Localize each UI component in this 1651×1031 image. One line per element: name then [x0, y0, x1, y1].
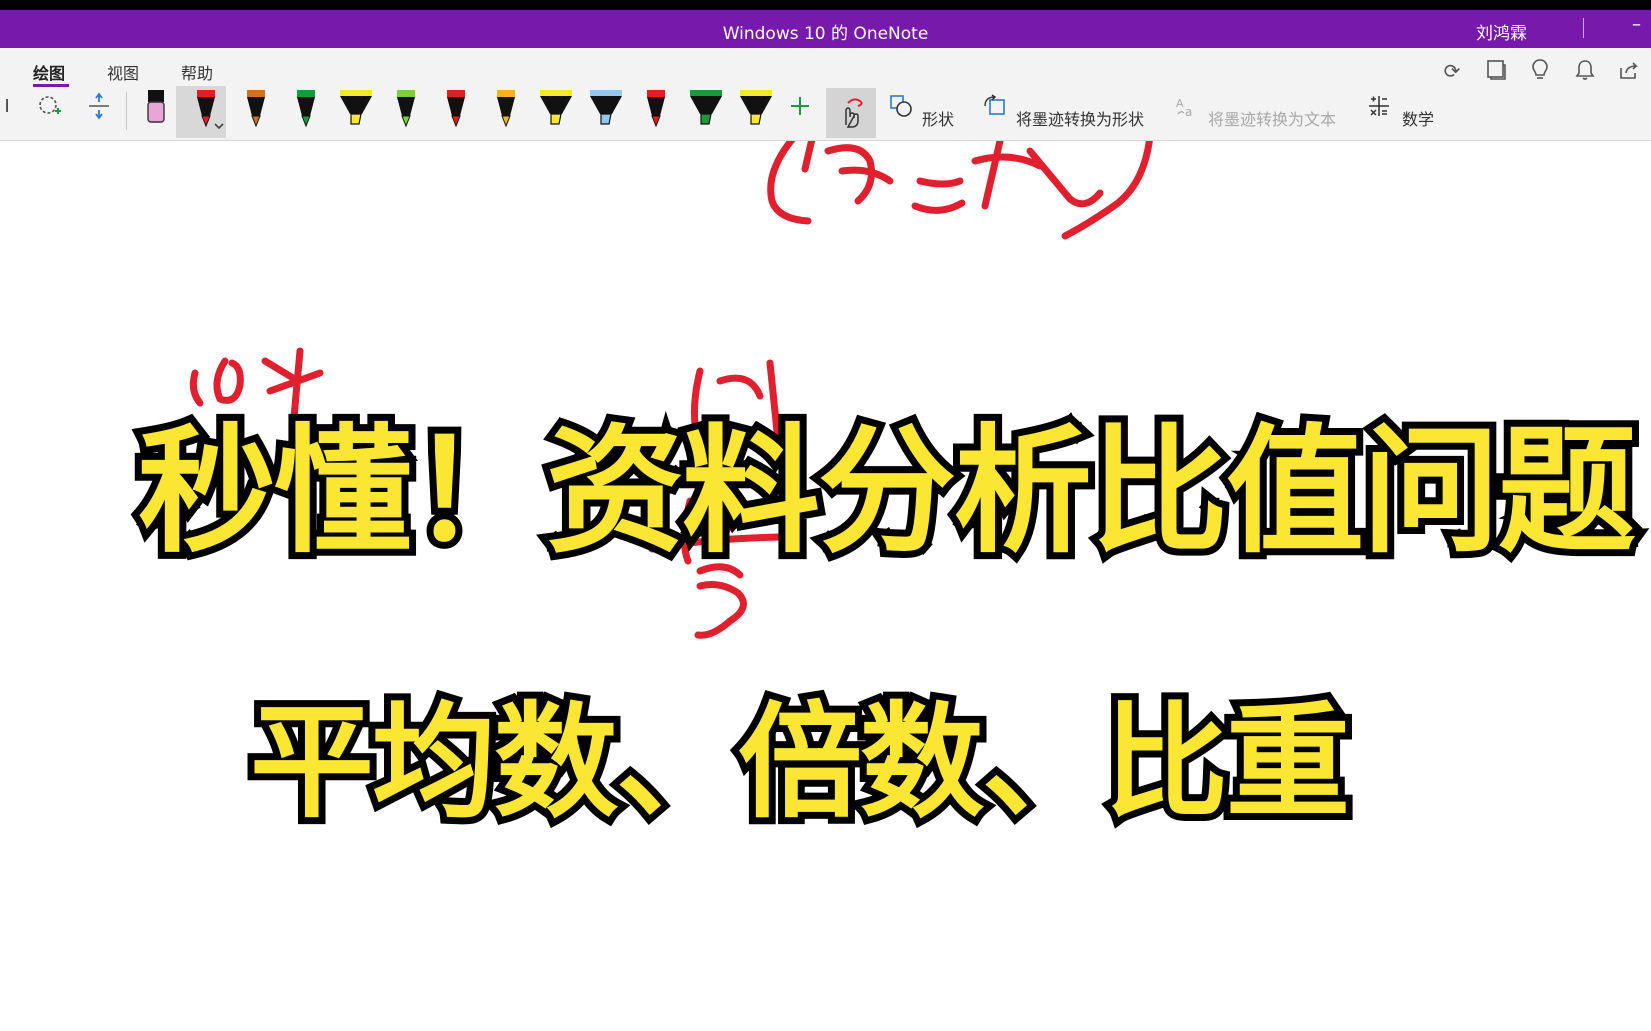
minimize-button[interactable]: –: [1632, 14, 1641, 35]
lasso-select-icon[interactable]: [34, 86, 64, 126]
highlighter-icon[interactable]: [738, 88, 774, 130]
toolbar-separator: [126, 92, 127, 130]
tab-draw[interactable]: 绘图: [33, 60, 65, 84]
highlighter-icon[interactable]: [688, 88, 724, 130]
user-name[interactable]: 刘鸿霖: [1476, 19, 1527, 44]
sync-icon[interactable]: ⟳: [1439, 58, 1465, 84]
screen-top-edge: [0, 0, 1651, 10]
highlighter-icon[interactable]: [588, 88, 624, 130]
tab-view[interactable]: 视图: [107, 60, 139, 84]
pen-icon[interactable]: [488, 88, 524, 130]
headline-title: 秒懂！资料分析比值问题: [131, 404, 1643, 579]
page-canvas[interactable]: 秒懂！资料分析比值问题 平均数、倍数、比重: [0, 141, 1651, 1031]
lightbulb-icon[interactable]: [1527, 58, 1553, 84]
math-button[interactable]: 数学: [1402, 106, 1434, 130]
pen-icon[interactable]: [288, 88, 324, 130]
tab-help[interactable]: 帮助: [181, 60, 213, 84]
math-icon[interactable]: [1366, 86, 1392, 126]
ink-to-text-icon: Aa: [1174, 86, 1200, 126]
window-title: Windows 10 的 OneNote: [722, 24, 929, 44]
ink-to-shape-icon[interactable]: [982, 86, 1008, 126]
highlighter-icon[interactable]: [538, 88, 574, 130]
highlighter-icon[interactable]: [338, 88, 374, 130]
pen-icon[interactable]: [238, 88, 274, 130]
title-bar: Windows 10 的 OneNote 刘鸿霖 –: [0, 10, 1651, 48]
ink-to-text-button: 将墨迹转换为文本: [1208, 110, 1337, 129]
pen-icon[interactable]: [438, 88, 474, 130]
text-select-tool-icon[interactable]: I: [0, 86, 14, 126]
ink-strokes: [189, 141, 1153, 639]
svg-text:A: A: [1176, 97, 1184, 110]
titlebar-separator: [1583, 18, 1584, 38]
add-pen-icon[interactable]: [786, 86, 814, 126]
bell-icon[interactable]: [1572, 58, 1598, 84]
share-icon[interactable]: [1616, 58, 1642, 84]
headline-subtitle: 平均数、倍数、比重: [243, 684, 1357, 842]
pen-icon[interactable]: [388, 88, 424, 130]
eraser-pen-icon[interactable]: [138, 88, 174, 130]
shapes-icon[interactable]: [888, 86, 914, 126]
shapes-button[interactable]: 形状: [922, 106, 954, 130]
pen-options-chevron-icon[interactable]: [212, 116, 226, 136]
svg-text:a: a: [1185, 105, 1192, 118]
pen-icon[interactable]: [638, 88, 674, 130]
add-space-icon[interactable]: [84, 86, 114, 126]
draw-with-touch-icon[interactable]: [832, 92, 870, 132]
notebooks-icon[interactable]: [1483, 58, 1509, 84]
ink-to-shape-button[interactable]: 将墨迹转换为形状: [1016, 106, 1144, 130]
